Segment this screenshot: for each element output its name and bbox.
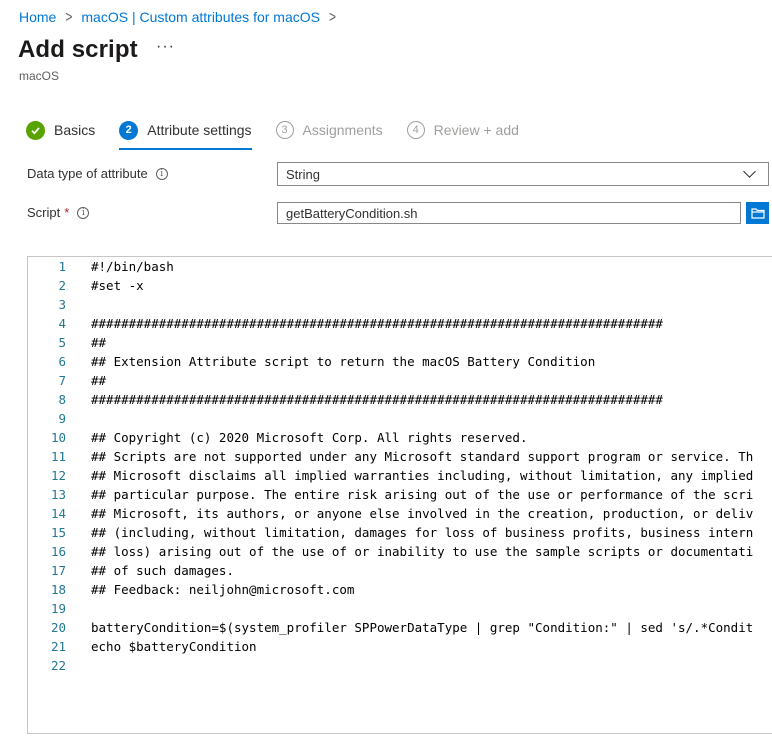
- line-number: 10: [50, 430, 66, 445]
- code-line[interactable]: 11 ## Scripts are not supported under any…: [28, 447, 772, 466]
- line-number: 14: [50, 506, 66, 521]
- code-text: ##: [91, 373, 107, 388]
- line-number: 9: [58, 411, 66, 426]
- code-line[interactable]: 17 ## of such damages.: [28, 561, 772, 580]
- line-number: 11: [50, 449, 66, 464]
- line-number: 8: [58, 392, 66, 407]
- code-line[interactable]: 8 #######################################…: [28, 390, 772, 409]
- line-number: 15: [50, 525, 66, 540]
- code-text: ## Microsoft disclaims all implied warra…: [91, 468, 754, 483]
- script-label: Script: [27, 205, 61, 220]
- line-number: 21: [50, 639, 66, 654]
- line-number: 18: [50, 582, 66, 597]
- code-line[interactable]: 22: [28, 656, 772, 675]
- script-row: Script * i: [27, 205, 90, 220]
- line-number: 19: [50, 601, 66, 616]
- info-icon[interactable]: i: [155, 167, 168, 180]
- wizard-steps: Basics 2 Attribute settings 3 Assignment…: [26, 119, 543, 150]
- line-number: 17: [50, 563, 66, 578]
- line-number: 4: [58, 316, 66, 331]
- info-icon[interactable]: i: [77, 206, 90, 219]
- data-type-select[interactable]: String: [277, 162, 769, 186]
- script-file-input[interactable]: getBatteryCondition.sh: [277, 202, 741, 224]
- line-number: 3: [58, 297, 66, 312]
- line-number: 13: [50, 487, 66, 502]
- step-number: 3: [275, 121, 294, 139]
- breadcrumb: Home > macOS | Custom attributes for mac…: [19, 7, 345, 27]
- code-line[interactable]: 18 ## Feedback: neiljohn@microsoft.com: [28, 580, 772, 599]
- breadcrumb-home[interactable]: Home: [19, 9, 56, 25]
- code-line[interactable]: 12 ## Microsoft disclaims all implied war…: [28, 466, 772, 485]
- code-line[interactable]: 21 echo $batteryCondition: [28, 637, 772, 656]
- code-text: ## (including, without limitation, damag…: [91, 525, 754, 540]
- line-number: 16: [50, 544, 66, 559]
- code-text: ## of such damages.: [91, 563, 234, 578]
- line-number: 20: [50, 620, 66, 635]
- code-text: ########################################…: [91, 316, 663, 331]
- line-number: 7: [58, 373, 66, 388]
- step-number: 4: [406, 121, 425, 139]
- folder-icon: [750, 208, 765, 219]
- step-basics[interactable]: Basics: [26, 119, 95, 141]
- code-line[interactable]: 10 ## Copyright (c) 2020 Microsoft Corp. …: [28, 428, 772, 447]
- step-label: Attribute settings: [147, 122, 252, 138]
- chevron-down-icon: [743, 165, 756, 178]
- code-text: ## Extension Attribute script to return …: [91, 354, 596, 369]
- code-line[interactable]: 6 ## Extension Attribute script to return…: [28, 352, 772, 371]
- data-type-value: String: [286, 166, 320, 182]
- code-line[interactable]: 1 #!/bin/bash: [28, 257, 772, 276]
- code-line[interactable]: 3: [28, 295, 772, 314]
- code-text: ## Copyright (c) 2020 Microsoft Corp. Al…: [91, 430, 528, 445]
- line-number: 12: [50, 468, 66, 483]
- step-label: Basics: [54, 122, 96, 138]
- more-options-button[interactable]: ···: [156, 38, 175, 56]
- page-subtitle: macOS: [19, 69, 60, 83]
- code-text: #set -x: [91, 278, 144, 293]
- code-text: ########################################…: [91, 392, 663, 407]
- code-text: ## Scripts are not supported under any M…: [91, 449, 754, 464]
- step-review-add[interactable]: 4 Review + add: [406, 119, 519, 141]
- code-line[interactable]: 5 ##: [28, 333, 772, 352]
- code-line[interactable]: 13 ## particular purpose. The entire risk…: [28, 485, 772, 504]
- code-text: batteryCondition=$(system_profiler SPPow…: [91, 620, 754, 635]
- checkmark-icon: [26, 120, 45, 140]
- code-line[interactable]: 14 ## Microsoft, its authors, or anyone e…: [28, 504, 772, 523]
- line-number: 2: [58, 278, 66, 293]
- code-line[interactable]: 9: [28, 409, 772, 428]
- code-line[interactable]: 2 #set -x: [28, 276, 772, 295]
- line-number: 1: [58, 259, 66, 274]
- browse-file-button[interactable]: [746, 202, 769, 224]
- code-text: ##: [91, 335, 107, 350]
- step-number: 2: [119, 120, 139, 140]
- step-assignments[interactable]: 3 Assignments: [275, 119, 383, 141]
- code-text: ## particular purpose. The entire risk a…: [91, 487, 754, 502]
- breadcrumb-custom-attributes[interactable]: macOS | Custom attributes for macOS: [81, 9, 320, 25]
- code-line[interactable]: 16 ## loss) arising out of the use of or …: [28, 542, 772, 561]
- page-title: Add script: [18, 36, 138, 63]
- code-text: echo $batteryCondition: [91, 639, 257, 654]
- step-label: Assignments: [302, 122, 383, 138]
- code-text: #!/bin/bash: [91, 259, 174, 274]
- code-line[interactable]: 19: [28, 599, 772, 618]
- data-type-row: Data type of attribute i: [27, 166, 168, 181]
- required-marker: *: [64, 205, 70, 220]
- code-line[interactable]: 4 #######################################…: [28, 314, 772, 333]
- code-line[interactable]: 7 ##: [28, 371, 772, 390]
- step-label: Review + add: [433, 122, 519, 138]
- data-type-label: Data type of attribute: [27, 166, 148, 181]
- code-line[interactable]: 15 ## (including, without limitation, dam…: [28, 523, 772, 542]
- code-text: ## Feedback: neiljohn@microsoft.com: [91, 582, 355, 597]
- step-attribute-settings[interactable]: 2 Attribute settings: [119, 119, 252, 150]
- script-code-editor[interactable]: 1 #!/bin/bash 2 #set -x 3 4 ##################…: [27, 256, 772, 734]
- line-number: 22: [50, 658, 66, 673]
- chevron-right-icon: >: [328, 7, 336, 27]
- code-text: ## loss) arising out of the use of or in…: [91, 544, 754, 559]
- code-line[interactable]: 20 batteryCondition=$(system_profiler SPP…: [28, 618, 772, 637]
- code-text: ## Microsoft, its authors, or anyone els…: [91, 506, 754, 521]
- line-number: 5: [58, 335, 66, 350]
- chevron-right-icon: >: [65, 7, 73, 27]
- line-number: 6: [58, 354, 66, 369]
